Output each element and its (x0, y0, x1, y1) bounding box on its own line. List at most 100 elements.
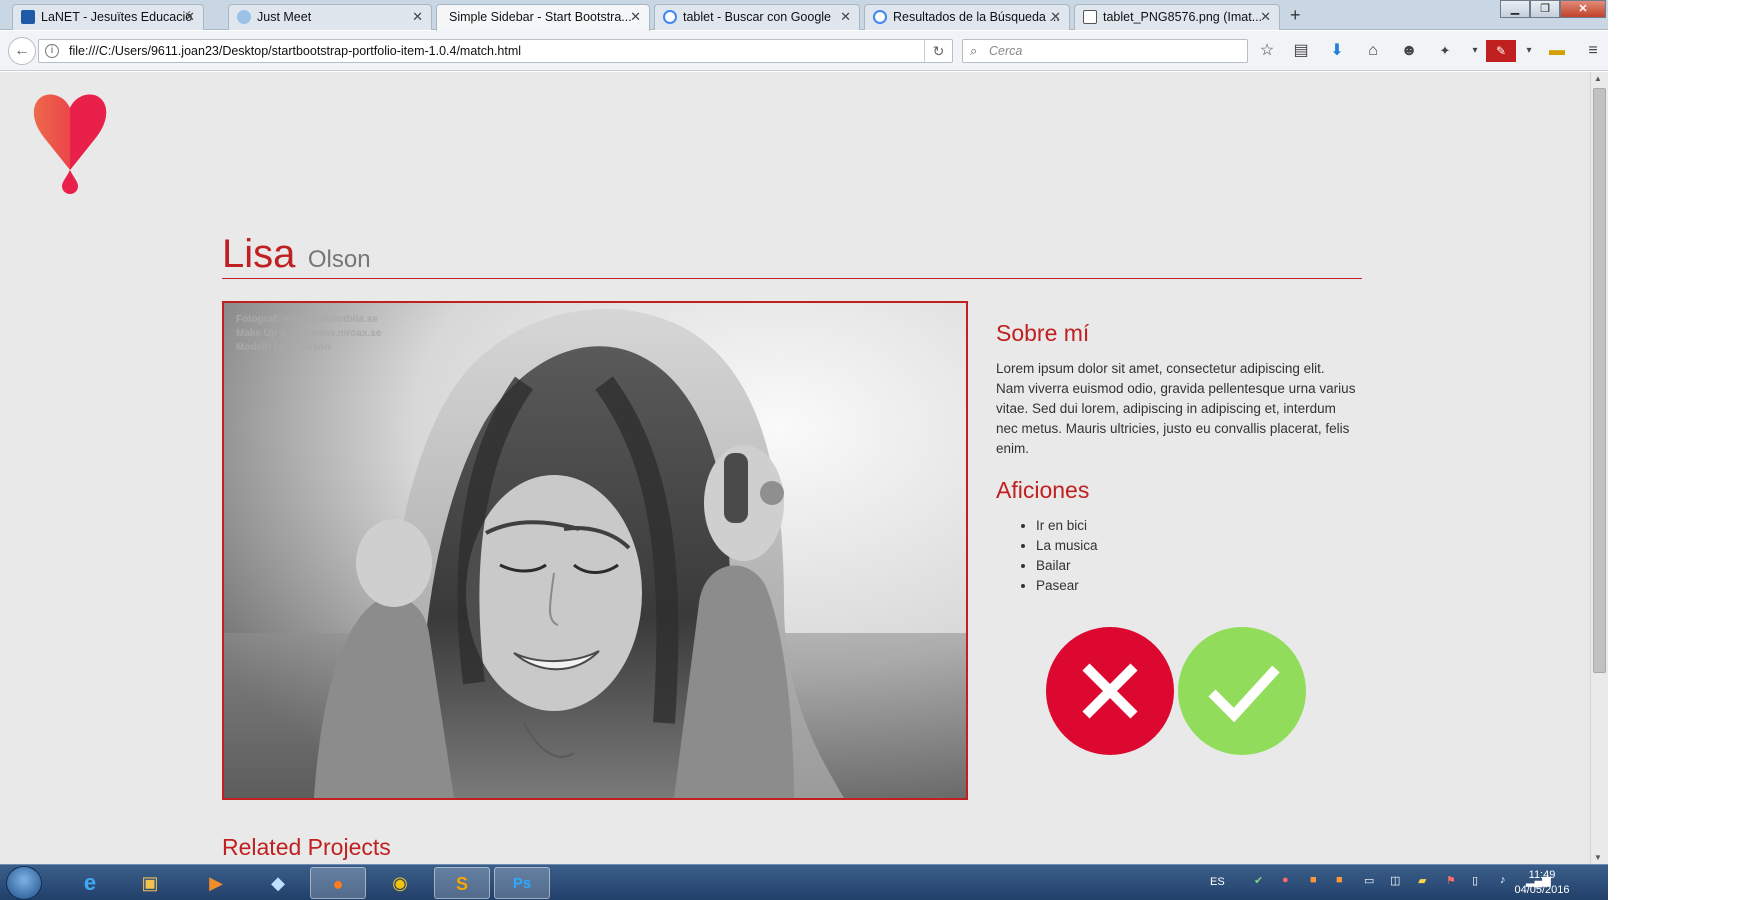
internet-explorer-icon[interactable]: e (62, 867, 118, 899)
minimize-button[interactable]: ▁ (1500, 0, 1530, 18)
network-icon[interactable]: ◫ (1390, 874, 1400, 887)
desktop-margin (1608, 0, 1760, 900)
security-icon[interactable]: ✔ (1254, 874, 1263, 887)
profile-photo: Fotograf: www.lindellotblia.se Make Up A… (222, 301, 968, 800)
tab-lanet[interactable]: LaNET - Jesuïtes Educació ✕ (12, 4, 204, 30)
portrait-image (224, 303, 966, 798)
info-icon[interactable]: i (45, 44, 59, 58)
accept-button[interactable] (1178, 627, 1306, 755)
about-heading: Sobre mí (996, 320, 1090, 346)
close-tab-icon[interactable]: ✕ (184, 5, 195, 29)
window-controls: ▁ ❐ ✕ (1500, 0, 1606, 20)
image-file-icon (1083, 10, 1097, 24)
search-placeholder: Cerca (989, 44, 1023, 58)
dropdown-arrow-icon[interactable]: ▾ (1518, 40, 1540, 62)
tab-google-search[interactable]: tablet - Buscar con Google ✕ (654, 4, 860, 30)
hobbies-heading: Aficiones (996, 477, 1090, 503)
tab-label: Resultados de la Búsqueda ... (893, 10, 1060, 24)
scrollbar-thumb[interactable] (1593, 88, 1606, 673)
check-icon (1208, 665, 1280, 723)
download-icon[interactable]: ⬇ (1326, 40, 1348, 62)
tab-bar: LaNET - Jesuïtes Educació ✕ Just Meet ✕ … (0, 0, 1608, 31)
last-name: Olson (307, 246, 371, 273)
clock-time: 11:49 (1528, 869, 1556, 881)
url-text: file:///C:/Users/9611.joan23/Desktop/sta… (69, 44, 522, 58)
notification-icon[interactable]: ■ (1310, 874, 1317, 886)
scroll-down-icon[interactable]: ▼ (1594, 853, 1602, 862)
reading-list-icon[interactable]: ▤ (1290, 40, 1312, 62)
extension-icon[interactable]: ✦ (1434, 40, 1456, 62)
ruler-icon[interactable]: ▬ (1546, 40, 1568, 62)
firefox-icon[interactable]: ● (310, 867, 366, 899)
bookmark-star-icon[interactable]: ☆ (1256, 40, 1278, 62)
search-box[interactable]: ⌕ Cerca (962, 39, 1248, 63)
photo-credits: Fotograf: www.lindellotblia.se Make Up A… (236, 313, 381, 355)
home-icon[interactable]: ⌂ (1362, 40, 1384, 62)
reject-button[interactable] (1046, 627, 1174, 755)
back-button[interactable]: ← (8, 37, 36, 65)
tab-label: tablet_PNG8576.png (Imat... (1103, 10, 1263, 24)
color-picker-icon[interactable]: ✎ (1486, 40, 1516, 62)
app-tray-icon[interactable]: ■ (1336, 874, 1343, 886)
new-tab-button[interactable]: + (1290, 5, 1301, 26)
menu-icon[interactable]: ≡ (1582, 40, 1604, 62)
first-name: Lisa (222, 232, 296, 276)
sticky-notes-icon[interactable]: ◆ (250, 867, 306, 899)
close-tab-icon[interactable]: ✕ (412, 5, 423, 29)
close-tab-icon[interactable]: ✕ (630, 5, 641, 29)
credit-line: Fotograf: www.lindellotblia.se (236, 314, 378, 325)
close-tab-icon[interactable]: ✕ (840, 5, 851, 29)
lanet-favicon-icon (21, 10, 35, 24)
page-viewport: Lisa Olson Fotograf: www.lindellotblia.s… (0, 72, 1590, 864)
url-bar[interactable]: i file:///C:/Users/9611.joan23/Desktop/s… (38, 39, 953, 63)
close-icon (1082, 663, 1138, 719)
hobby-item: Ir en bici (1036, 516, 1356, 536)
google-icon (873, 10, 887, 24)
page-title: Lisa Olson (222, 232, 371, 277)
window-close-button[interactable]: ✕ (1560, 0, 1606, 18)
search-icon: ⌕ (970, 43, 978, 58)
chat-icon[interactable]: ☻ (1398, 40, 1420, 62)
media-player-icon[interactable]: ▶ (188, 867, 244, 899)
clock[interactable]: 11:49 04/05/2016 (1512, 868, 1572, 898)
file-explorer-icon[interactable]: ▣ (122, 867, 178, 899)
maximize-button[interactable]: ❐ (1530, 0, 1560, 18)
action-center-icon[interactable]: ⚑ (1446, 874, 1456, 887)
credit-line: Modell: Lisa Olsson (236, 342, 331, 353)
tab-tablet-png[interactable]: tablet_PNG8576.png (Imat... ✕ (1074, 4, 1280, 30)
screen: LaNET - Jesuïtes Educació ✕ Just Meet ✕ … (0, 0, 1760, 900)
chrome-icon[interactable]: ◉ (372, 867, 428, 899)
hobbies-list: Ir en bici La musica Bailar Pasear (1036, 516, 1356, 596)
related-projects-heading: Related Projects (222, 834, 391, 860)
close-tab-icon[interactable]: ✕ (1260, 5, 1271, 29)
folder-icon[interactable]: ▰ (1418, 874, 1426, 887)
sublime-text-icon[interactable]: S (434, 867, 490, 899)
google-icon (663, 10, 677, 24)
scroll-up-icon[interactable]: ▲ (1594, 74, 1602, 83)
start-button[interactable] (6, 866, 42, 900)
hobby-item: La musica (1036, 536, 1356, 556)
close-tab-icon[interactable]: ✕ (1050, 5, 1061, 29)
language-indicator[interactable]: ES (1210, 876, 1225, 888)
tab-simple-sidebar[interactable]: Simple Sidebar - Start Bootstra... ✕ (436, 4, 650, 31)
antivirus-icon[interactable]: ● (1282, 874, 1289, 886)
tab-label: tablet - Buscar con Google (683, 10, 831, 24)
taskbar: e ▣ ▶ ◆ ● ◉ S Ps ES ✔ ● ■ ■ ▭ ◫ ▰ ⚑ ▯ ♪ … (0, 864, 1608, 900)
device-icon[interactable]: ▯ (1472, 874, 1478, 887)
credit-line: Make Up Artist: www.mroax.se (236, 328, 382, 339)
hobby-item: Bailar (1036, 556, 1356, 576)
monitor-icon[interactable]: ▭ (1364, 874, 1374, 887)
profile-sidebar: Sobre mí Lorem ipsum dolor sit amet, con… (996, 320, 1356, 596)
reload-icon[interactable]: ↻ (924, 40, 952, 62)
photoshop-icon[interactable]: Ps (494, 867, 550, 899)
dropdown-arrow-icon[interactable]: ▾ (1464, 40, 1486, 62)
title-divider (222, 278, 1362, 279)
volume-icon[interactable]: ♪ (1500, 874, 1506, 886)
tab-label: Simple Sidebar - Start Bootstra... (449, 10, 632, 24)
hobby-item: Pasear (1036, 576, 1356, 596)
tab-label: Just Meet (257, 10, 312, 24)
clock-date: 04/05/2016 (1514, 884, 1570, 896)
tab-busqueda[interactable]: Resultados de la Búsqueda ... ✕ (864, 4, 1070, 30)
vertical-scrollbar[interactable]: ▲ ▼ (1590, 72, 1608, 864)
tab-just-meet[interactable]: Just Meet ✕ (228, 4, 432, 30)
